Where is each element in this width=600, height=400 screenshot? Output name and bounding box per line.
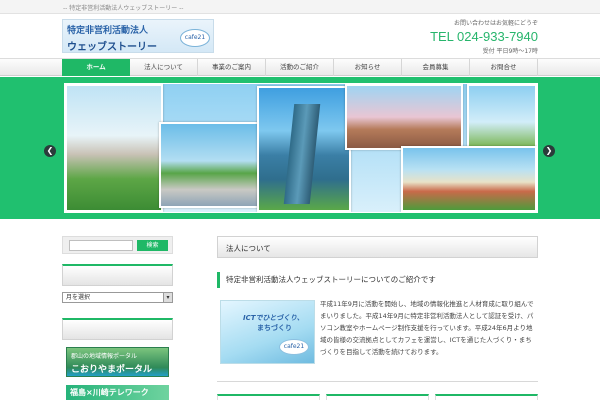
contact-info: お問い合わせはお気軽にどうぞ TEL 024-933-7940 受付 平日9時〜…	[430, 18, 538, 55]
chevron-down-icon: ▾	[163, 293, 172, 302]
search-input[interactable]	[69, 240, 133, 251]
nav-item-contact[interactable]: お問合せ	[470, 59, 538, 76]
search-button[interactable]: 検索	[137, 240, 168, 251]
hero-slider: ❮ ❯	[0, 77, 600, 219]
sidebar-heading-archive	[62, 264, 173, 286]
divider	[217, 381, 538, 382]
archive-select-value: 月を選択	[66, 294, 91, 301]
photo-red-roof-building	[401, 146, 537, 212]
photo-fountain-park	[159, 122, 263, 208]
telework-banner[interactable]: 福島×川崎テレワーク	[66, 385, 169, 400]
sidebar-heading-links	[62, 318, 173, 340]
card-top-2[interactable]	[326, 394, 429, 400]
office-hours: 受付 平日9時〜17時	[482, 48, 538, 55]
nav-item-members[interactable]: 会員募集	[402, 59, 470, 76]
nav-item-activities[interactable]: 活動のご紹介	[266, 59, 334, 76]
logo-mark: cafe21	[180, 29, 210, 47]
site-logo[interactable]: 特定非営利活動法人 ウェッブストーリー cafe21	[62, 19, 214, 53]
site-tagline: -- 特定非営利活動法人ウェッブストーリー --	[63, 5, 184, 12]
portal-banner-title: こおりやまポータル	[71, 365, 153, 375]
card-top-3[interactable]	[435, 394, 538, 400]
portal-banner-caption: 郡山の地域情報ポータル	[71, 353, 138, 360]
nav-item-home[interactable]: ホーム	[62, 59, 130, 76]
thumb-mark: cafe21	[279, 339, 309, 355]
nav-item-about[interactable]: 法人について	[130, 59, 198, 76]
slide-image[interactable]	[64, 83, 538, 213]
search-widget: 検索	[62, 236, 173, 254]
article-subtitle: 特定非営利活動法人ウェッブストーリーについてのご紹介です	[217, 272, 538, 288]
archive-select[interactable]: 月を選択 ▾	[62, 292, 173, 303]
nav-item-news[interactable]: お知らせ	[334, 59, 402, 76]
card-row	[217, 394, 538, 400]
nav-item-services[interactable]: 事業のご案内	[198, 59, 266, 76]
card-top-1[interactable]	[217, 394, 320, 400]
article-thumbnail[interactable]: ICTでひとづくり、 まちづくり cafe21	[220, 300, 315, 364]
section-title: 法人について	[226, 244, 271, 253]
slider-next-icon[interactable]: ❯	[543, 145, 555, 157]
article-body: 平成11年9月に活動を開始し、地域の情報化推進と人材育成に取り組んでまいりました…	[320, 300, 534, 356]
thumb-line2: まちづくり	[257, 324, 292, 332]
contact-note: お問い合わせはお気軽にどうぞ	[453, 20, 538, 27]
telework-banner-label: 福島×川崎テレワーク	[70, 388, 149, 397]
phone-number[interactable]: TEL 024-933-7940	[430, 29, 538, 44]
photo-sky	[467, 84, 537, 148]
top-bar: -- 特定非営利活動法人ウェッブストーリー --	[0, 0, 600, 14]
logo-line2: ウェッブストーリー	[67, 42, 157, 53]
portal-banner[interactable]: 郡山の地域情報ポータル こおりやまポータル	[66, 347, 169, 377]
section-heading: 法人について	[217, 236, 538, 258]
logo-line1: 特定非営利活動法人	[67, 26, 149, 36]
thumb-line1: ICTでひとづくり、	[243, 314, 304, 322]
slider-prev-icon[interactable]: ❮	[44, 145, 56, 157]
photo-cherry-blossom-building	[345, 84, 463, 150]
main-nav: ホーム 法人について 事業のご案内 活動のご紹介 お知らせ 会員募集 お問合せ	[0, 58, 600, 76]
photo-western-building	[65, 84, 163, 212]
